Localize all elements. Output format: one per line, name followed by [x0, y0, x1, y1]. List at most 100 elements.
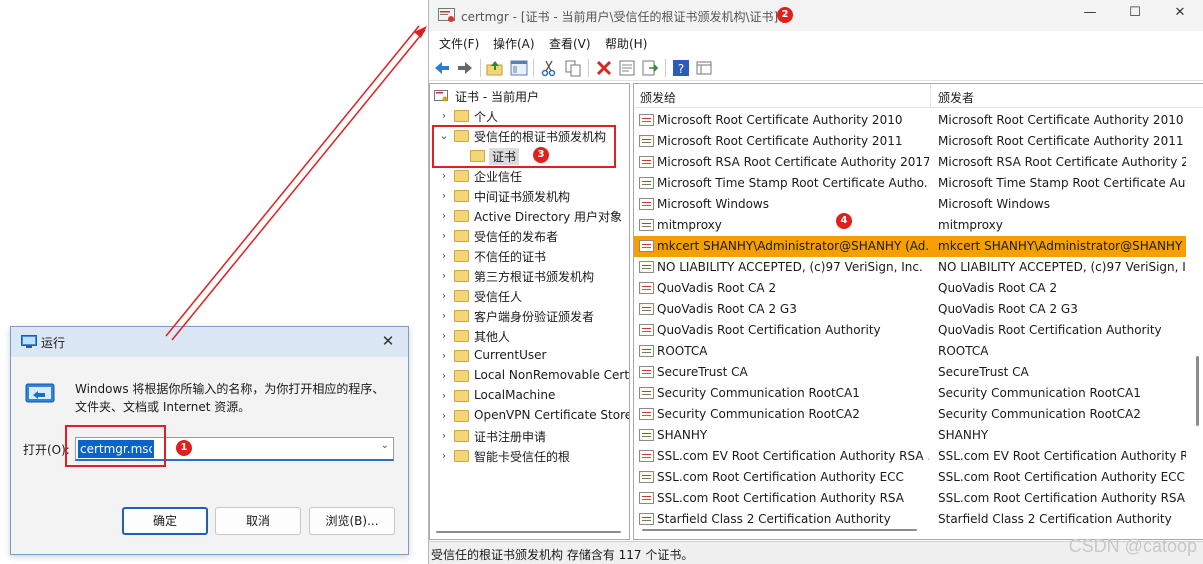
run-app-icon — [21, 335, 37, 348]
table-row[interactable]: SecureTrust CA SecureTrust CA — [634, 362, 1186, 383]
close-icon[interactable]: ✕ — [378, 332, 398, 352]
up-folder-icon[interactable] — [486, 59, 504, 77]
menu-view[interactable]: 查看(V) — [549, 35, 591, 52]
column-issued-by[interactable]: 颁发者 — [938, 89, 974, 106]
list-header: ^ 颁发给 颁发者 — [634, 84, 1203, 108]
certificate-icon — [639, 492, 654, 504]
delete-icon[interactable] — [595, 59, 613, 77]
list-vertical-scrollbar[interactable] — [1196, 356, 1199, 426]
cell-issued-to: Security Communication RootCA1 — [657, 386, 860, 400]
maximize-icon[interactable]: ☐ — [1124, 5, 1146, 25]
certificate-icon — [639, 429, 654, 441]
certificate-icon — [639, 219, 654, 231]
certificate-icon — [639, 366, 654, 378]
table-row[interactable]: QuoVadis Root Certification Authority Quo… — [634, 320, 1186, 341]
table-row[interactable]: SSL.com Root Certification Authority RSA… — [634, 488, 1186, 509]
copy-icon[interactable] — [564, 59, 582, 77]
menu-action[interactable]: 操作(A) — [493, 35, 535, 52]
certificate-icon — [639, 471, 654, 483]
table-row[interactable]: Starfield Class 2 Certification Authorit… — [634, 509, 1186, 530]
back-icon[interactable] — [433, 59, 451, 77]
tree-item-label: 个人 — [474, 110, 499, 124]
annotation-badge-3: 3 — [533, 147, 549, 163]
cut-icon[interactable] — [540, 59, 558, 77]
table-row[interactable]: NO LIABILITY ACCEPTED, (c)97 VeriSign, I… — [634, 257, 1186, 278]
certificate-icon — [639, 303, 654, 315]
table-row[interactable]: Security Communication RootCA1 Security C… — [634, 383, 1186, 404]
run-titlebar: 运行 ✕ — [11, 327, 408, 357]
folder-icon — [454, 450, 469, 462]
cell-issued-to: Microsoft Time Stamp Root Certificate Au… — [657, 176, 929, 190]
table-row[interactable]: SSL.com Root Certification Authority ECC… — [634, 467, 1186, 488]
view-icon[interactable] — [695, 59, 713, 77]
table-row[interactable]: Microsoft Root Certificate Authority 201… — [634, 131, 1186, 152]
chevron-right-icon[interactable]: › — [438, 329, 450, 342]
menu-bar: 文件(F) 操作(A) 查看(V) 帮助(H) — [429, 32, 1203, 54]
menu-help[interactable]: 帮助(H) — [605, 35, 647, 52]
annotation-box-tree — [432, 125, 616, 168]
certificate-icon — [639, 240, 654, 252]
table-row[interactable]: mitmproxy mitmproxy — [634, 215, 1186, 236]
cell-issued-by: Microsoft Root Certificate Authority 201… — [938, 113, 1184, 127]
cell-issued-to: Microsoft Root Certificate Authority 201… — [657, 113, 903, 127]
chevron-right-icon[interactable]: › — [438, 269, 450, 282]
cancel-button[interactable]: 取消 — [215, 507, 301, 535]
folder-icon — [454, 370, 469, 382]
show-hide-tree-icon[interactable] — [510, 59, 528, 77]
table-row[interactable]: ROOTCA ROOTCA — [634, 341, 1186, 362]
folder-icon — [454, 390, 469, 402]
certificate-app-icon — [438, 8, 455, 22]
certificate-icon — [639, 387, 654, 399]
run-description: Windows 将根据你所输入的名称，为你打开相应的程序、文件夹、文档或 Int… — [75, 382, 385, 414]
chevron-right-icon[interactable]: › — [438, 389, 450, 402]
chevron-right-icon[interactable]: › — [438, 229, 450, 242]
browse-button[interactable]: 浏览(B)... — [309, 507, 395, 535]
chevron-right-icon[interactable]: › — [438, 409, 450, 422]
chevron-right-icon[interactable]: › — [438, 189, 450, 202]
certificate-icon — [639, 282, 654, 294]
certificate-icon — [639, 135, 654, 147]
column-divider[interactable] — [930, 84, 931, 108]
table-row[interactable]: SSL.com EV Root Certification Authority … — [634, 446, 1186, 467]
ok-button[interactable]: 确定 — [122, 507, 208, 535]
cell-issued-to: QuoVadis Root CA 2 — [657, 281, 777, 295]
table-row[interactable]: QuoVadis Root CA 2 G3 QuoVadis Root CA 2 … — [634, 299, 1186, 320]
table-row[interactable]: SHANHY SHANHY — [634, 425, 1186, 446]
table-row-selected[interactable]: mkcert SHANHY\Administrator@SHANHY (Ad..… — [634, 236, 1186, 257]
chevron-right-icon[interactable]: › — [438, 169, 450, 182]
chevron-down-icon[interactable]: ⌄ — [381, 440, 389, 451]
run-title: 运行 — [41, 336, 66, 350]
export-icon[interactable] — [641, 59, 659, 77]
certificate-icon — [639, 261, 654, 273]
table-row[interactable]: Microsoft Windows Microsoft Windows — [634, 194, 1186, 215]
folder-icon — [454, 250, 469, 262]
chevron-right-icon[interactable]: › — [438, 289, 450, 302]
chevron-right-icon[interactable]: › — [438, 309, 450, 322]
menu-file[interactable]: 文件(F) — [439, 35, 479, 52]
toolbar-separator — [588, 59, 589, 77]
chevron-right-icon[interactable]: › — [438, 249, 450, 262]
table-row[interactable]: Security Communication RootCA2 Security C… — [634, 404, 1186, 425]
close-icon[interactable]: ✕ — [1169, 5, 1191, 25]
help-icon[interactable]: ? — [672, 59, 690, 77]
minimize-icon[interactable]: — — [1079, 5, 1101, 25]
chevron-right-icon[interactable]: › — [438, 449, 450, 462]
table-row[interactable]: Microsoft RSA Root Certificate Authority… — [634, 152, 1186, 173]
list-horizontal-scrollbar[interactable] — [642, 529, 917, 531]
table-row[interactable]: Microsoft Time Stamp Root Certificate Au… — [634, 173, 1186, 194]
table-row[interactable]: QuoVadis Root CA 2 QuoVadis Root CA 2 — [634, 278, 1186, 299]
forward-icon[interactable] — [456, 59, 474, 77]
chevron-right-icon[interactable]: › — [438, 349, 450, 362]
chevron-right-icon[interactable]: › — [438, 369, 450, 382]
folder-icon — [454, 310, 469, 322]
properties-icon[interactable] — [618, 59, 636, 77]
chevron-right-icon[interactable]: › — [438, 209, 450, 222]
chevron-right-icon[interactable]: › — [438, 429, 450, 442]
tree-horizontal-scrollbar[interactable] — [436, 531, 621, 533]
column-issued-to[interactable]: 颁发给 — [640, 89, 676, 106]
chevron-right-icon[interactable]: › — [438, 109, 450, 122]
tree-item-label: 受信任的发布者 — [474, 230, 559, 244]
table-row[interactable]: Microsoft Root Certificate Authority 201… — [634, 110, 1186, 131]
folder-icon — [454, 170, 469, 182]
cell-issued-to: SSL.com Root Certification Authority RSA — [657, 491, 904, 505]
